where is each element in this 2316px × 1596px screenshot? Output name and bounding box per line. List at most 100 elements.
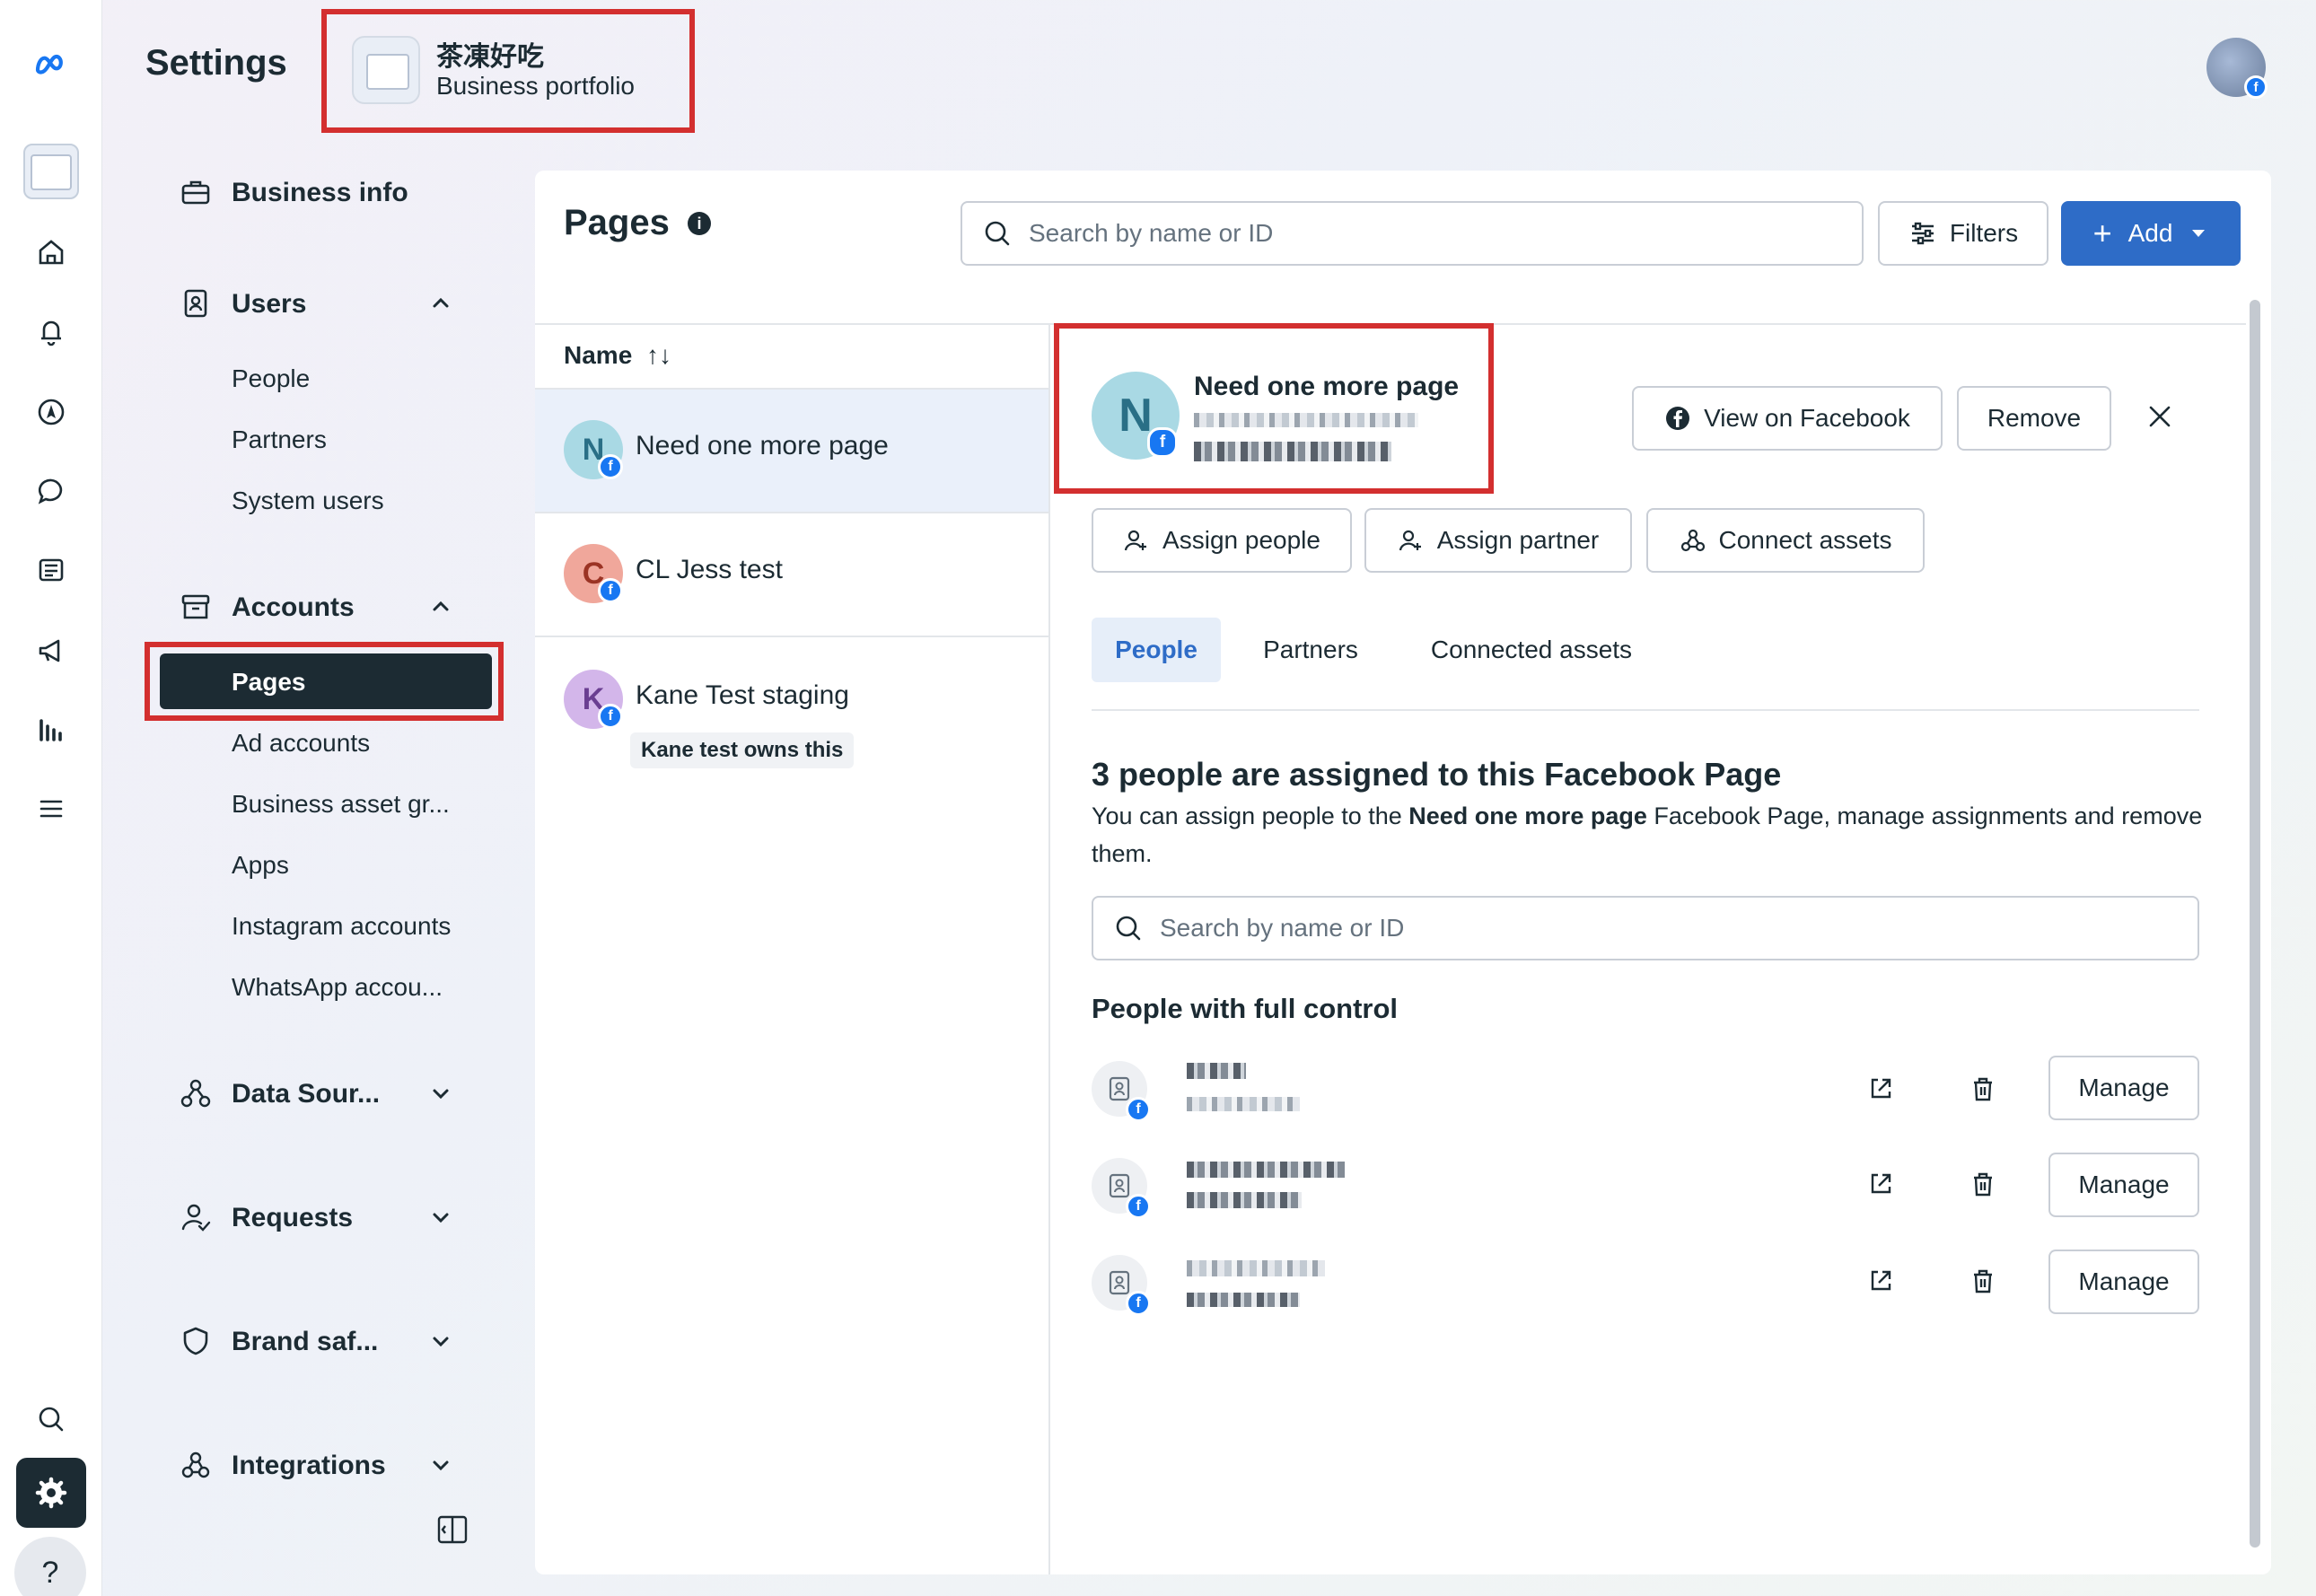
nav-accounts[interactable]: Accounts	[232, 592, 355, 623]
page-row-cl-jess-test[interactable]: C f CL Jess test	[535, 513, 1048, 637]
page-search-input[interactable]	[961, 201, 1864, 266]
notifications-bell-icon[interactable]	[20, 300, 83, 363]
detail-scrollbar[interactable]	[2250, 300, 2260, 1548]
redacted-person-detail	[1187, 1097, 1300, 1111]
people-search-input[interactable]	[1092, 896, 2199, 960]
detail-page-name: Need one more page	[1194, 372, 1460, 401]
trash-icon[interactable]	[1968, 1266, 1998, 1296]
collapse-sidebar-icon[interactable]	[434, 1512, 470, 1548]
messages-icon[interactable]	[20, 460, 83, 522]
remove-button[interactable]: Remove	[1957, 386, 2111, 451]
plus-icon: +	[2092, 215, 2112, 251]
chevron-down-icon[interactable]	[427, 1452, 454, 1479]
open-external-icon[interactable]	[1865, 1074, 1896, 1104]
nav-item-instagram-accounts[interactable]: Instagram accounts	[232, 912, 451, 941]
assign-partner-button[interactable]: Assign partner	[1364, 508, 1632, 573]
trash-icon[interactable]	[1968, 1074, 1998, 1104]
redacted-person-detail	[1187, 1293, 1300, 1307]
chevron-down-icon[interactable]	[427, 1205, 454, 1232]
tab-connected-assets[interactable]: Connected assets	[1415, 618, 1648, 682]
requests-person-icon	[181, 1204, 211, 1232]
nav-item-pages-label: Pages	[232, 668, 306, 696]
manage-button[interactable]: Manage	[2048, 1056, 2199, 1120]
nav-item-whatsapp-accounts[interactable]: WhatsApp accou...	[232, 973, 443, 1002]
home-icon[interactable]	[20, 221, 83, 284]
add-partner-icon	[1399, 530, 1421, 551]
facebook-badge-icon: f	[598, 578, 623, 603]
portfolio-name[interactable]: 茶凍好吃	[436, 34, 544, 74]
nav-business-info[interactable]: Business info	[232, 178, 408, 208]
filters-button[interactable]: Filters	[1878, 201, 2048, 266]
portfolio-switcher-icon[interactable]	[20, 140, 83, 203]
add-button[interactable]: + Add	[2061, 201, 2241, 266]
add-person-icon	[1124, 530, 1147, 551]
portfolio-icon[interactable]	[352, 36, 420, 104]
search-icon	[985, 221, 1010, 246]
owner-note-chip: Kane test owns this	[630, 732, 855, 768]
nav-users[interactable]: Users	[232, 289, 306, 320]
help-icon[interactable]: ?	[14, 1537, 86, 1596]
menu-icon[interactable]	[20, 777, 83, 840]
nav-integrations[interactable]: Integrations	[232, 1451, 386, 1481]
data-sources-icon	[180, 1079, 211, 1108]
shield-icon	[183, 1327, 208, 1355]
briefcase-icon	[181, 180, 210, 205]
open-external-icon[interactable]	[1865, 1169, 1896, 1199]
remove-label: Remove	[1987, 404, 2082, 432]
nav-item-pages[interactable]	[160, 653, 492, 709]
meta-logo-icon[interactable]	[20, 34, 83, 97]
page-name: Need one more page	[636, 431, 889, 460]
facebook-badge-icon: f	[1126, 1194, 1151, 1219]
profile-avatar[interactable]: f	[2206, 38, 2268, 99]
name-column-header[interactable]: Name ↑↓	[564, 341, 671, 370]
connect-assets-button[interactable]: Connect assets	[1646, 508, 1925, 573]
page-name: CL Jess test	[636, 555, 783, 584]
users-badge-icon	[184, 289, 207, 318]
manage-button[interactable]: Manage	[2048, 1250, 2199, 1314]
nav-item-partners[interactable]: Partners	[232, 425, 327, 454]
open-external-icon[interactable]	[1865, 1266, 1896, 1296]
chevron-up-icon[interactable]	[427, 289, 454, 316]
search-icon[interactable]	[20, 1388, 83, 1451]
assign-people-button[interactable]: Assign people	[1092, 508, 1352, 573]
chevron-down-icon[interactable]	[427, 1081, 454, 1108]
tab-people[interactable]: People	[1092, 618, 1221, 682]
content-icon[interactable]	[20, 539, 83, 601]
nav-item-people[interactable]: People	[232, 364, 310, 393]
people-search-field[interactable]	[1160, 914, 2043, 943]
trash-icon[interactable]	[1968, 1169, 1998, 1199]
search-icon	[1116, 916, 1141, 941]
ads-megaphone-icon[interactable]	[20, 619, 83, 682]
list-detail-divider	[1048, 323, 1050, 1574]
page-row-need-one-more-page[interactable]: N f Need one more page	[535, 390, 1048, 513]
insights-chart-icon[interactable]	[20, 698, 83, 761]
facebook-badge-icon: f	[1126, 1291, 1151, 1316]
nav-item-ad-accounts[interactable]: Ad accounts	[232, 729, 370, 758]
navigation-compass-icon[interactable]	[20, 381, 83, 443]
page-search-field[interactable]	[1029, 219, 1749, 248]
close-icon[interactable]	[2142, 399, 2178, 434]
facebook-badge-icon: f	[598, 454, 623, 479]
redacted-page-id	[1194, 413, 1418, 427]
chevron-down-icon[interactable]	[427, 1329, 454, 1355]
assign-partner-label: Assign partner	[1436, 526, 1600, 554]
manage-button[interactable]: Manage	[2048, 1153, 2199, 1217]
redacted-page-info	[1194, 442, 1391, 461]
nav-item-business-asset-groups[interactable]: Business asset gr...	[232, 790, 450, 819]
nav-item-apps[interactable]: Apps	[232, 851, 289, 880]
nav-requests[interactable]: Requests	[232, 1203, 353, 1233]
caret-down-icon	[2192, 230, 2206, 237]
sort-arrows-icon: ↑↓	[646, 341, 672, 369]
nav-item-system-users[interactable]: System users	[232, 487, 384, 515]
tab-partners[interactable]: Partners	[1246, 618, 1375, 682]
view-on-facebook-button[interactable]: View on Facebook	[1632, 386, 1943, 451]
settings-gear-icon[interactable]	[16, 1458, 86, 1528]
connect-assets-icon	[1680, 529, 1705, 552]
facebook-badge-icon: f	[1147, 427, 1178, 458]
chevron-up-icon[interactable]	[427, 592, 454, 619]
tabs-divider	[1092, 709, 2199, 711]
assigned-people-heading: 3 people are assigned to this Facebook P…	[1092, 756, 1782, 793]
nav-data-sources[interactable]: Data Sour...	[232, 1079, 380, 1109]
info-icon[interactable]: i	[688, 212, 711, 235]
nav-brand-safety[interactable]: Brand saf...	[232, 1327, 378, 1357]
